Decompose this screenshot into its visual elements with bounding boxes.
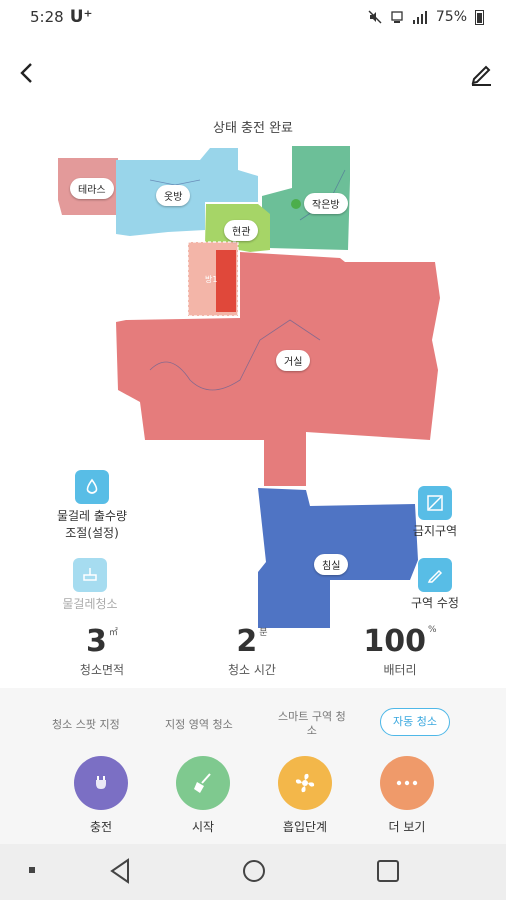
floor-map[interactable]: 테라스 옷방 작은방 현관 거실 침실 방1 물걸레 출수량 조절(설정) 물걸… bbox=[0, 140, 506, 640]
zone-marker-label: 방1 bbox=[205, 275, 218, 284]
nav-recents-icon[interactable] bbox=[376, 859, 400, 883]
battery-value: 100 bbox=[363, 624, 427, 659]
status-time: 5:28 bbox=[30, 8, 64, 26]
time-unit: 분 bbox=[259, 628, 268, 638]
nav-home-icon[interactable] bbox=[242, 859, 266, 883]
stat-battery: 100% 배터리 bbox=[340, 625, 460, 678]
battery-unit: % bbox=[428, 625, 437, 635]
water-flow-label: 물걸레 출수량 조절(설정) bbox=[56, 509, 128, 540]
mode-auto[interactable]: 자동 청소 bbox=[380, 708, 450, 736]
action-buttons: 충전 시작 흡입단계 더 보기 bbox=[0, 756, 506, 836]
fan-icon bbox=[295, 773, 315, 793]
time-value: 2 bbox=[236, 624, 258, 659]
no-go-zone-control[interactable]: 금지구역 bbox=[400, 486, 470, 539]
suction-label: 흡입단계 bbox=[282, 820, 328, 834]
water-drop-icon bbox=[75, 470, 109, 504]
battery-label: 배터리 bbox=[383, 663, 417, 677]
edit-zone-icon bbox=[418, 558, 452, 592]
carrier-label: U⁺ bbox=[69, 7, 93, 27]
charge-button[interactable] bbox=[74, 756, 128, 810]
edit-zone-control[interactable]: 구역 수정 bbox=[398, 558, 472, 611]
start-label: 시작 bbox=[191, 820, 215, 834]
control-panel: 청소 스팟 지정 지정 영역 청소 스마트 구역 청 소 자동 청소 충전 시작… bbox=[0, 688, 506, 844]
mop-icon bbox=[73, 558, 107, 592]
room-living[interactable] bbox=[116, 252, 440, 486]
charging-dock bbox=[291, 199, 301, 209]
nav-back-icon[interactable] bbox=[108, 858, 132, 884]
mode-zone[interactable]: 지정 영역 청소 bbox=[165, 718, 233, 732]
pencil-icon bbox=[471, 65, 491, 86]
zone-marker[interactable] bbox=[216, 250, 236, 312]
wifi-calling-icon bbox=[391, 11, 403, 23]
stat-time: 2분 청소 시간 bbox=[192, 625, 312, 678]
app-bar bbox=[0, 46, 506, 106]
area-label: 청소면적 bbox=[79, 663, 125, 677]
room-label-living[interactable]: 거실 bbox=[276, 350, 311, 371]
broom-icon bbox=[194, 773, 211, 793]
more-label: 더 보기 bbox=[388, 820, 426, 834]
mute-icon bbox=[368, 10, 382, 24]
no-go-zone-icon bbox=[418, 486, 452, 520]
edit-map-button[interactable] bbox=[466, 58, 496, 88]
room-label-terrace[interactable]: 테라스 bbox=[70, 178, 114, 199]
room-label-bedroom[interactable]: 침실 bbox=[314, 554, 349, 575]
robot-status-text: 상태 충전 완료 bbox=[212, 121, 294, 136]
status-bar: 5:28 U⁺ 75% bbox=[0, 0, 506, 34]
room-label-entrance[interactable]: 현관 bbox=[224, 220, 259, 241]
system-nav-bar bbox=[0, 844, 506, 900]
no-go-zone-label: 금지구역 bbox=[412, 524, 458, 538]
start-action[interactable]: 시작 bbox=[168, 756, 238, 835]
area-value: 3 bbox=[86, 624, 107, 659]
charge-action[interactable]: 충전 bbox=[66, 756, 136, 835]
suction-action[interactable]: 흡입단계 bbox=[270, 756, 340, 835]
water-flow-control[interactable]: 물걸레 출수량 조절(설정) bbox=[44, 470, 140, 542]
battery-icon bbox=[475, 9, 484, 25]
cleaning-modes: 청소 스팟 지정 지정 영역 청소 스마트 구역 청 소 자동 청소 bbox=[0, 708, 506, 748]
cleaning-stats: 3 ㎡ 청소면적 2분 청소 시간 100% 배터리 bbox=[0, 625, 506, 685]
mode-smart-line1: 스마트 구역 청 bbox=[278, 710, 346, 723]
nav-dot-icon[interactable] bbox=[28, 866, 36, 874]
mop-clean-label: 물걸레청소 bbox=[62, 597, 118, 611]
stat-area: 3 ㎡ 청소면적 bbox=[42, 625, 162, 678]
time-label: 청소 시간 bbox=[228, 663, 276, 677]
plug-icon bbox=[96, 776, 106, 789]
back-button[interactable] bbox=[12, 58, 42, 88]
more-action[interactable]: 더 보기 bbox=[372, 756, 442, 835]
signal-icon bbox=[412, 11, 427, 24]
mode-spot[interactable]: 청소 스팟 지정 bbox=[52, 718, 120, 732]
more-button[interactable] bbox=[380, 756, 434, 810]
room-label-dressing[interactable]: 옷방 bbox=[156, 185, 191, 206]
suction-button[interactable] bbox=[278, 756, 332, 810]
mode-smart[interactable]: 스마트 구역 청 소 bbox=[278, 710, 346, 738]
edit-zone-label: 구역 수정 bbox=[411, 596, 459, 610]
mode-smart-line2: 소 bbox=[306, 724, 317, 737]
more-dots-icon bbox=[396, 780, 418, 786]
battery-percent: 75% bbox=[435, 9, 467, 25]
back-arrow-icon bbox=[20, 63, 32, 83]
start-button[interactable] bbox=[176, 756, 230, 810]
area-unit: ㎡ bbox=[108, 628, 118, 638]
charge-label: 충전 bbox=[89, 820, 113, 834]
room-label-small[interactable]: 작은방 bbox=[304, 193, 348, 214]
mop-clean-control[interactable]: 물걸레청소 bbox=[50, 558, 130, 613]
